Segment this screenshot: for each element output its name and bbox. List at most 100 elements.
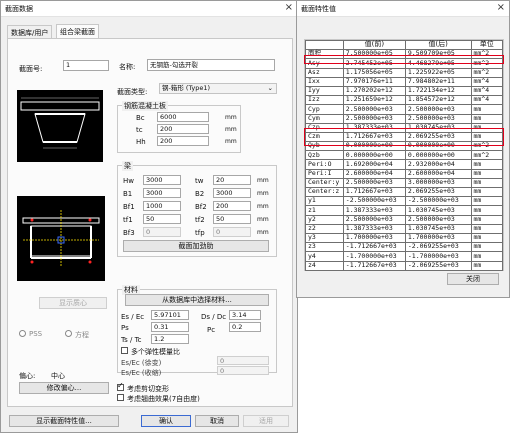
tf1-unit: mm bbox=[257, 216, 269, 223]
bc-input[interactable]: 6000 bbox=[157, 112, 209, 122]
ok-button[interactable]: 确认 bbox=[141, 415, 191, 427]
tf2-input[interactable]: 50 bbox=[213, 214, 251, 224]
value-before: 1.251659e+12 bbox=[342, 95, 406, 106]
cancel-button[interactable]: 取消 bbox=[195, 415, 239, 427]
bf2-label: Bf2 bbox=[195, 203, 207, 211]
name-input[interactable]: 无钢筋-勾选开裂 bbox=[147, 59, 275, 71]
multi-modulus-label: 多个弹性模量比 bbox=[131, 348, 180, 356]
value-after: 2.500000e+03 bbox=[404, 214, 472, 225]
es-ec-creep-label: Es/Ec (徐变) bbox=[121, 359, 162, 367]
section-drawing-top bbox=[20, 97, 100, 149]
value-before: 1.700000e+03 bbox=[342, 232, 406, 244]
b2-input[interactable]: 3000 bbox=[213, 188, 251, 198]
unit: mm bbox=[470, 196, 503, 207]
select-material-button[interactable]: 从数据库中选择材料... bbox=[125, 294, 269, 306]
slab-group-title: 钢筋混凝土板 bbox=[122, 101, 168, 111]
unit: mm^2 bbox=[470, 67, 503, 78]
pc-label: Pc bbox=[207, 326, 216, 334]
warp-checkbox[interactable] bbox=[117, 394, 124, 401]
unit: mm bbox=[470, 251, 503, 262]
unit: mm bbox=[470, 242, 503, 253]
value-after: 1.854572e+12 bbox=[404, 95, 472, 106]
value-before: 1.387333e+03 bbox=[342, 205, 406, 216]
value-after: -2.500000e+03 bbox=[404, 196, 472, 207]
pc-input[interactable]: 0.2 bbox=[229, 322, 261, 332]
tf1-input[interactable]: 50 bbox=[143, 214, 181, 224]
show-properties-button[interactable]: 显示截面特性值... bbox=[9, 415, 119, 427]
header-before: 值(前) bbox=[342, 39, 406, 51]
table-row: Qzb 0.000000e+00 0.000000e+00 mm^2 bbox=[305, 150, 503, 161]
hw-input[interactable]: 3000 bbox=[143, 175, 181, 185]
value-before: 1.712667e+03 bbox=[342, 186, 406, 198]
bc-unit: mm bbox=[225, 114, 237, 121]
section-type-select[interactable]: 钢-箱形 (Type1) ⌄ bbox=[159, 83, 277, 94]
property-name: Asz bbox=[305, 67, 344, 78]
tw-label: tw bbox=[195, 177, 204, 185]
pss-radio[interactable] bbox=[19, 330, 26, 337]
close-icon[interactable]: × bbox=[497, 2, 505, 13]
value-after: 3.000000e+03 bbox=[404, 177, 472, 189]
unit: mm bbox=[470, 168, 503, 179]
section-number-input[interactable]: 1 bbox=[63, 60, 109, 71]
shear-deform-label: 考虑剪切变形 bbox=[127, 385, 169, 393]
property-name: Cyp bbox=[305, 104, 344, 115]
tc-input[interactable]: 200 bbox=[157, 124, 209, 134]
property-name: z4 bbox=[305, 260, 344, 271]
table-row: y1 -2.500000e+03 -2.500000e+03 mm bbox=[305, 196, 503, 207]
chevron-down-icon: ⌄ bbox=[267, 84, 273, 92]
table-row: Peri:O 1.692000e+04 2.932000e+04 mm bbox=[305, 159, 503, 170]
close-icon[interactable]: × bbox=[285, 2, 293, 13]
tab-strip: 数据库/用户 组合梁截面 bbox=[7, 24, 293, 39]
bf3-input[interactable]: 0 bbox=[143, 227, 181, 237]
dialog-title: 截面数据 bbox=[5, 5, 33, 13]
b1-input[interactable]: 3000 bbox=[143, 188, 181, 198]
show-centroid-button[interactable]: 显示质心 bbox=[39, 297, 107, 309]
es-ec-shrink-input[interactable]: 0 bbox=[217, 366, 269, 375]
value-after: 2.069255e+03 bbox=[404, 186, 472, 198]
es-ec-creep-input[interactable]: 0 bbox=[217, 356, 269, 365]
tw-input[interactable]: 20 bbox=[213, 175, 251, 185]
bf2-input[interactable]: 200 bbox=[213, 201, 251, 211]
close-properties-button[interactable]: 关闭 bbox=[447, 273, 499, 285]
modify-offset-button[interactable]: 修改偏心... bbox=[19, 382, 109, 394]
tab-database-user[interactable]: 数据库/用户 bbox=[7, 25, 53, 38]
section-data-dialog: 截面数据 × 数据库/用户 组合梁截面 截面号: 1 名称: 无钢筋-勾选开裂 … bbox=[0, 0, 298, 433]
ts-tc-input[interactable]: 1.2 bbox=[151, 334, 189, 344]
table-row: Ixx 7.970176e+11 7.984802e+11 mm^4 bbox=[305, 76, 503, 87]
pss-radio-label: PSS bbox=[29, 330, 43, 338]
apply-button[interactable]: 适用 bbox=[243, 415, 289, 427]
b2-label: B2 bbox=[195, 190, 205, 198]
value-after: 7.984802e+11 bbox=[404, 76, 472, 87]
square-radio[interactable] bbox=[65, 330, 72, 337]
value-before: 0.000000e+00 bbox=[342, 150, 406, 161]
property-name: y3 bbox=[305, 232, 344, 244]
hh-input[interactable]: 200 bbox=[157, 136, 209, 146]
ds-dc-input[interactable]: 3.14 bbox=[229, 310, 261, 320]
value-before: 1.387333e+03 bbox=[342, 223, 406, 234]
unit: mm bbox=[470, 205, 503, 216]
name-label: 名称: bbox=[119, 63, 136, 71]
add-stiffener-button[interactable]: 截面加劲肋 bbox=[123, 240, 269, 252]
section-properties-dialog: 截面特性值 × 值(前) 值(后) 单位 面积 7.500000e+05 9.509… bbox=[296, 0, 510, 298]
value-before: -1.700000e+03 bbox=[342, 251, 406, 262]
warp-label: 考虑翘曲效果(7自由度) bbox=[127, 395, 200, 403]
tab-composite-section[interactable]: 组合梁截面 bbox=[56, 24, 99, 38]
multi-modulus-checkbox[interactable] bbox=[121, 347, 128, 354]
bf1-input[interactable]: 1000 bbox=[143, 201, 181, 211]
es-ec-input[interactable]: 5.97101 bbox=[151, 310, 189, 320]
unit: mm bbox=[470, 232, 503, 244]
unit: mm bbox=[470, 214, 503, 225]
value-after: 1.030745e+03 bbox=[404, 223, 472, 234]
hh-label: Hh bbox=[136, 138, 146, 146]
table-row: Asz 1.175056e+05 1.225922e+05 mm^2 bbox=[305, 67, 503, 78]
section-type-label: 截面类型: bbox=[117, 88, 148, 96]
tfp-input[interactable]: 0 bbox=[213, 227, 251, 237]
value-after: 1.030745e+03 bbox=[404, 205, 472, 216]
property-name: Center:y bbox=[305, 177, 344, 189]
value-before: 1.175056e+05 bbox=[342, 67, 406, 78]
es-ec-label: Es / Ec bbox=[121, 313, 145, 321]
tfp-label: tfp bbox=[195, 229, 205, 237]
ps-input[interactable]: 0.31 bbox=[151, 322, 189, 332]
value-before: 2.500000e+03 bbox=[342, 177, 406, 189]
table-row: Izz 1.251659e+12 1.854572e+12 mm^4 bbox=[305, 95, 503, 106]
